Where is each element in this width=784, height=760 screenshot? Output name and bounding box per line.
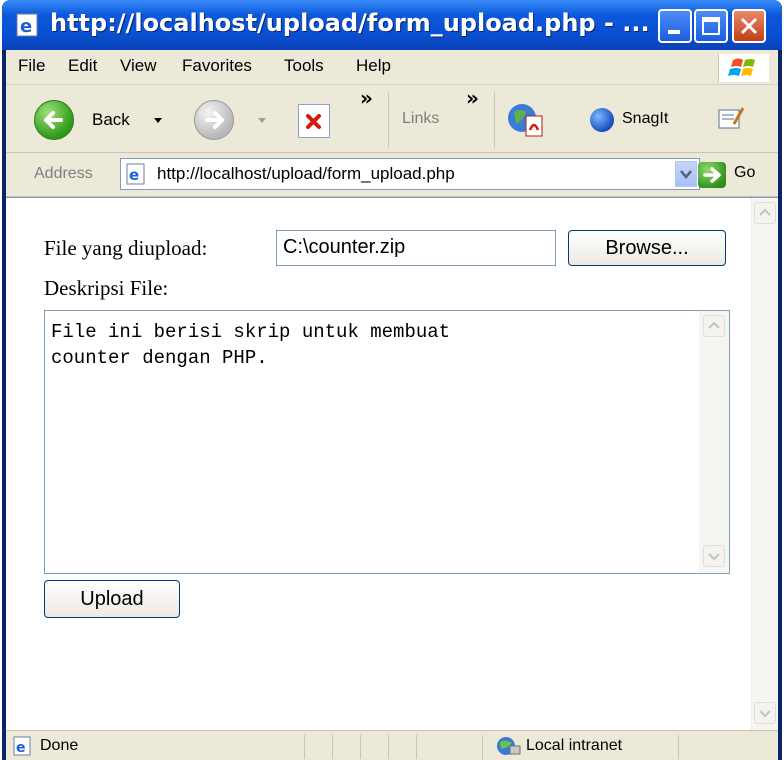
minimize-icon: [668, 30, 680, 34]
address-dropdown-button[interactable]: [675, 161, 697, 187]
close-button[interactable]: [732, 9, 766, 43]
textarea-scrollbar[interactable]: [699, 311, 729, 573]
chevron-down-icon: [708, 553, 720, 561]
chevron-up-icon: [708, 321, 720, 329]
menu-tools[interactable]: Tools: [284, 56, 324, 76]
chevron-down-icon: [680, 170, 692, 179]
links-label[interactable]: Links: [402, 110, 439, 128]
status-separator: [304, 735, 305, 759]
maximize-icon: [702, 17, 720, 35]
file-path-input[interactable]: C:\counter.zip: [276, 230, 556, 266]
status-bar: e Done Local intranet: [6, 730, 778, 760]
windows-logo: [718, 54, 769, 82]
description-textarea[interactable]: File ini berisi skrip untuk membuat coun…: [44, 310, 730, 574]
window-title: http://localhost/upload/form_upload.php …: [50, 9, 650, 37]
windows-flag-icon: [728, 58, 755, 76]
menu-file[interactable]: File: [18, 56, 45, 76]
status-separator: [388, 735, 389, 759]
back-dropdown-icon[interactable]: [154, 118, 162, 123]
back-button[interactable]: Back: [92, 110, 130, 130]
file-label: File yang diupload:: [44, 236, 208, 260]
status-separator: [332, 735, 333, 759]
page-content: File yang diupload: C:\counter.zip Brows…: [6, 197, 778, 730]
address-input[interactable]: e http://localhost/upload/form_upload.ph…: [120, 158, 700, 190]
address-label: Address: [34, 165, 93, 182]
stop-icon[interactable]: [298, 104, 330, 138]
svg-text:e: e: [129, 166, 139, 184]
snagit-icon[interactable]: [590, 108, 614, 132]
toolbar-chevron-icon[interactable]: »: [360, 86, 373, 110]
browser-frame: File Edit View Favorites Tools Help Back: [6, 50, 778, 760]
address-bar: Address e http://localhost/upload/form_u…: [6, 152, 778, 197]
file-path-value: C:\counter.zip: [283, 236, 406, 258]
menu-favorites[interactable]: Favorites: [182, 56, 252, 76]
title-bar[interactable]: e http://localhost/upload/form_upload.ph…: [2, 0, 782, 50]
menu-view[interactable]: View: [120, 56, 157, 76]
description-value: File ini berisi skrip untuk membuat coun…: [51, 321, 451, 369]
page-scroll-down-button[interactable]: [754, 702, 776, 724]
scroll-down-button[interactable]: [703, 545, 725, 567]
chevron-down-icon: [759, 710, 771, 718]
maximize-button[interactable]: [694, 9, 728, 43]
chevron-up-icon: [759, 208, 771, 216]
toolbar-separator: [388, 92, 389, 148]
address-url: http://localhost/upload/form_upload.php: [157, 164, 455, 183]
snagit-button[interactable]: SnagIt: [622, 110, 668, 128]
status-text: Done: [40, 737, 79, 754]
go-button[interactable]: Go: [734, 164, 755, 182]
status-separator: [678, 735, 679, 759]
back-arrow-icon[interactable]: [34, 100, 74, 140]
go-arrow-icon[interactable]: [698, 162, 726, 188]
page-scrollbar[interactable]: [751, 198, 778, 730]
menu-help[interactable]: Help: [356, 56, 391, 76]
description-label: Deskripsi File:: [44, 276, 169, 300]
status-separator: [360, 735, 361, 759]
browse-button[interactable]: Browse...: [568, 230, 726, 266]
ie-page-icon: e: [126, 163, 145, 185]
status-separator: [416, 735, 417, 759]
ie-page-icon: e: [16, 13, 38, 37]
menu-bar: File Edit View Favorites Tools Help: [6, 50, 778, 85]
page-scroll-up-button[interactable]: [754, 202, 776, 224]
links-chevron-icon[interactable]: »: [466, 86, 479, 110]
svg-text:e: e: [16, 740, 26, 756]
ie-page-icon: e: [13, 736, 31, 756]
pdf-icon[interactable]: [506, 100, 546, 140]
local-intranet-icon: [497, 737, 521, 755]
upload-button[interactable]: Upload: [44, 580, 180, 618]
forward-dropdown-icon[interactable]: [258, 118, 266, 123]
status-separator: [482, 735, 483, 759]
standard-toolbar: Back » Links » SnagIt: [6, 86, 778, 153]
status-zone: Local intranet: [526, 737, 623, 754]
minimize-button[interactable]: [658, 9, 692, 43]
scroll-up-button[interactable]: [703, 315, 725, 337]
forward-arrow-icon[interactable]: [194, 100, 234, 140]
menu-edit[interactable]: Edit: [68, 56, 97, 76]
svg-text:e: e: [20, 16, 32, 37]
browser-window: e http://localhost/upload/form_upload.ph…: [2, 0, 782, 760]
toolbar-separator: [494, 92, 495, 148]
close-icon: [740, 17, 758, 35]
edit-icon[interactable]: [716, 104, 746, 132]
